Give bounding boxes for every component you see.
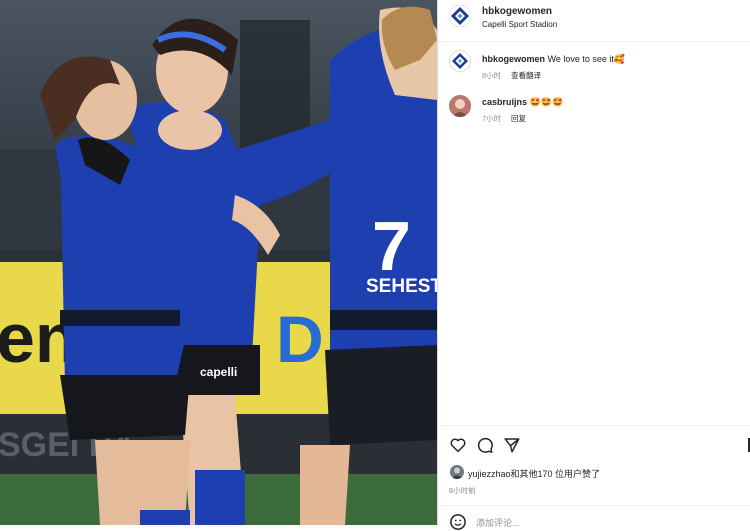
banner-text-right: D xyxy=(276,302,324,376)
post-photo-illustration: en D SGEI PÅ 7 SEHEST capelli xyxy=(0,0,437,525)
author-username[interactable]: hbkogewomen xyxy=(482,6,552,17)
comment-2: casbruijns 🤩🤩🤩 xyxy=(482,97,563,108)
comment-1-time: 8小时 xyxy=(482,71,502,80)
club-logo-icon xyxy=(449,5,471,27)
share-icon[interactable] xyxy=(503,436,521,454)
see-translation-link[interactable]: 查看翻译 xyxy=(511,70,541,81)
comment-2-author[interactable]: casbruijns xyxy=(482,97,527,107)
comment-1: hbkogewomen We love to see it🥰 xyxy=(482,54,625,65)
shorts-brand: capelli xyxy=(200,365,237,379)
comment-avatar-casbruijns[interactable] xyxy=(449,95,471,117)
post-header: hbkogewomen Capelli Sport Stadion xyxy=(438,0,750,42)
actions-divider xyxy=(438,425,750,426)
user-photo-icon xyxy=(449,95,471,117)
likes-avatar[interactable] xyxy=(450,465,464,479)
comment-2-time: 7小时 xyxy=(482,114,502,123)
add-comment-input[interactable]: 添加评论... xyxy=(476,516,520,529)
post-location[interactable]: Capelli Sport Stadion xyxy=(482,20,557,29)
post-time: 8小时前 xyxy=(449,486,476,495)
club-logo-icon xyxy=(450,51,470,71)
comment-2-text: 🤩🤩🤩 xyxy=(529,97,564,107)
user-photo-icon xyxy=(450,465,464,479)
reply-link[interactable]: 回复 xyxy=(511,113,526,124)
author-avatar[interactable] xyxy=(449,5,471,27)
emoji-icon[interactable] xyxy=(449,513,467,531)
heart-icon[interactable] xyxy=(449,436,467,454)
comment-avatar-hbkogewomen[interactable] xyxy=(449,50,471,72)
post-image[interactable]: en D SGEI PÅ 7 SEHEST capelli xyxy=(0,0,437,525)
comment-divider xyxy=(438,505,750,506)
likes-summary[interactable]: yujiezzhao和其他170 位用户赞了 xyxy=(468,467,600,480)
post-details-panel: hbkogewomen Capelli Sport Stadion hbkoge… xyxy=(437,0,750,530)
comment-icon[interactable] xyxy=(476,436,494,454)
comment-1-text: We love to see it🥰 xyxy=(547,54,626,64)
jersey-sponsor: SEHEST xyxy=(366,276,437,297)
comment-1-author[interactable]: hbkogewomen xyxy=(482,54,545,64)
jersey-number: 7 xyxy=(372,207,411,285)
